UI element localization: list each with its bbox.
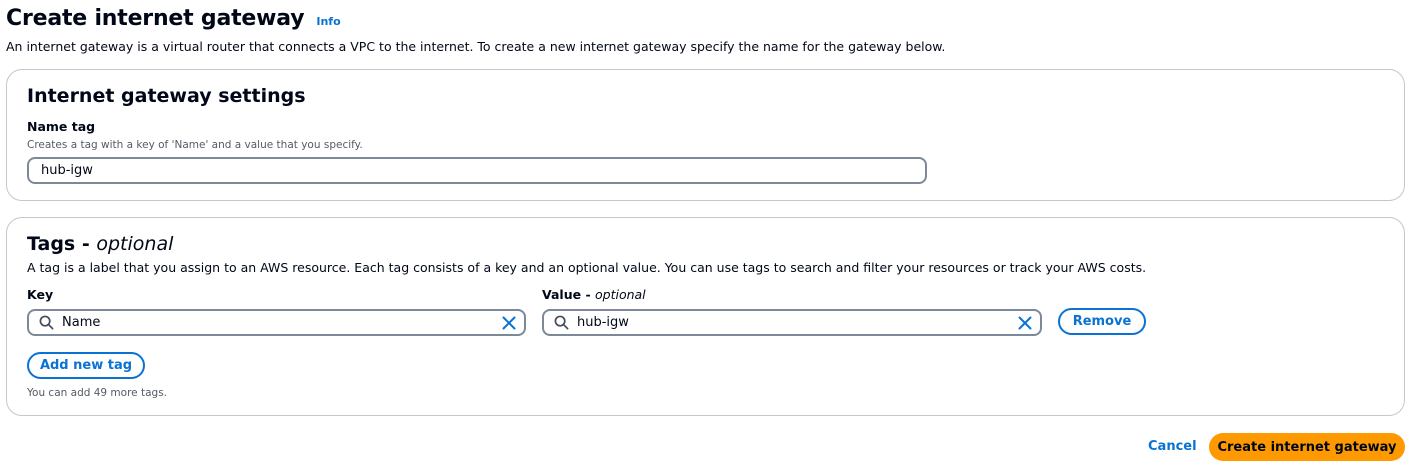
tag-value-label: Value - optional — [542, 287, 646, 302]
settings-heading: Internet gateway settings — [27, 85, 306, 107]
tags-description: A tag is a label that you assign to an A… — [27, 260, 1147, 275]
add-new-tag-button[interactable]: Add new tag — [27, 352, 145, 379]
tag-key-value: Name — [62, 315, 101, 330]
internet-gateway-settings-panel: Internet gateway settings Name tag Creat… — [6, 69, 1405, 201]
tags-heading-optional: optional — [96, 233, 174, 255]
name-tag-value: hub-igw — [41, 163, 93, 178]
page-header: Create internet gateway Info An internet… — [6, 0, 1406, 54]
tags-panel: Tags - optional A tag is a label that yo… — [6, 217, 1405, 416]
tag-value-label-optional: optional — [594, 287, 646, 302]
name-tag-input[interactable]: hub-igw — [27, 157, 927, 184]
close-icon[interactable] — [502, 316, 516, 330]
name-tag-hint: Creates a tag with a key of 'Name' and a… — [27, 139, 363, 151]
search-icon — [554, 315, 569, 330]
search-icon — [39, 315, 54, 330]
info-link[interactable]: Info — [316, 15, 340, 28]
tag-value-input[interactable]: hub-igw — [542, 309, 1042, 336]
tag-key-input[interactable]: Name — [27, 309, 526, 336]
tags-limit-hint: You can add 49 more tags. — [27, 387, 167, 399]
tag-value-value: hub-igw — [577, 315, 629, 330]
page-title: Create internet gateway — [6, 6, 305, 31]
name-tag-label: Name tag — [27, 119, 96, 134]
cancel-button[interactable]: Cancel — [1148, 439, 1197, 454]
close-icon[interactable] — [1018, 316, 1032, 330]
title-row: Create internet gateway Info — [6, 0, 1406, 40]
tag-key-label: Key — [27, 287, 54, 302]
tags-heading: Tags - optional — [27, 233, 174, 255]
page-description: An internet gateway is a virtual router … — [6, 39, 946, 54]
remove-tag-button[interactable]: Remove — [1058, 308, 1146, 335]
create-internet-gateway-button[interactable]: Create internet gateway — [1209, 433, 1405, 461]
